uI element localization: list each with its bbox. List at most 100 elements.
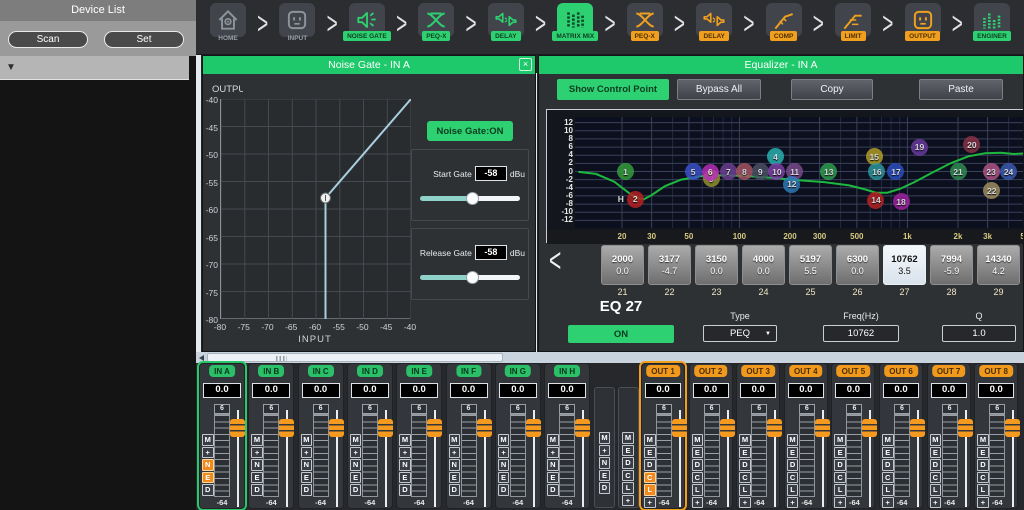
- strip-button-N[interactable]: N: [202, 459, 214, 471]
- q-input[interactable]: 1.0: [942, 325, 1016, 342]
- eq-control-point-21[interactable]: 21: [950, 163, 967, 180]
- strip-button-D[interactable]: D: [882, 459, 894, 471]
- strip-button-L[interactable]: L: [739, 484, 751, 496]
- fader-handle[interactable]: [427, 419, 442, 437]
- strip-button-+[interactable]: +: [547, 447, 559, 459]
- toolbar-item-delay-out[interactable]: DELAY: [688, 3, 740, 41]
- strip-button-D[interactable]: D: [930, 459, 942, 471]
- fader-handle[interactable]: [526, 419, 541, 437]
- device-dropdown[interactable]: ▼: [0, 56, 189, 80]
- master-button-+[interactable]: +: [599, 445, 611, 457]
- strip-button-+[interactable]: +: [251, 447, 263, 459]
- channel-tab[interactable]: IN G: [505, 365, 531, 377]
- channel-gain-value[interactable]: 0.0: [203, 383, 241, 398]
- strip-button-M[interactable]: M: [882, 434, 894, 446]
- band-cell-27[interactable]: 107623.5: [883, 245, 926, 285]
- strip-button-+[interactable]: +: [787, 497, 799, 509]
- strip-button-M[interactable]: M: [547, 434, 559, 446]
- eq-control-point-12[interactable]: 12: [783, 176, 800, 193]
- band-cell-22[interactable]: 3177-4.7: [648, 245, 691, 285]
- strip-button-N[interactable]: N: [449, 459, 461, 471]
- master-button-L[interactable]: L: [622, 482, 634, 494]
- strip-button-M[interactable]: M: [301, 434, 313, 446]
- strip-button-E[interactable]: E: [251, 472, 263, 484]
- strip-button-+[interactable]: +: [977, 497, 989, 509]
- strip-button-M[interactable]: M: [350, 434, 362, 446]
- vertical-scrollbar[interactable]: [196, 55, 201, 352]
- param-slider[interactable]: [420, 196, 520, 201]
- toolbar-item-input[interactable]: INPUT: [271, 3, 323, 43]
- strip-button-E[interactable]: E: [882, 447, 894, 459]
- channel-gain-value[interactable]: 0.0: [252, 383, 290, 398]
- channel-tab[interactable]: OUT 7: [932, 365, 966, 377]
- freq-input[interactable]: 10762: [823, 325, 899, 342]
- strip-button-C[interactable]: C: [834, 472, 846, 484]
- strip-button-C[interactable]: C: [739, 472, 751, 484]
- strip-button-D[interactable]: D: [498, 484, 510, 496]
- strip-button-C[interactable]: C: [930, 472, 942, 484]
- strip-button-E[interactable]: E: [739, 447, 751, 459]
- channel-tab[interactable]: OUT 1: [646, 365, 680, 377]
- channel-tab[interactable]: IN B: [258, 365, 284, 377]
- strip-button-C[interactable]: C: [977, 472, 989, 484]
- strip-button-L[interactable]: L: [644, 484, 656, 496]
- strip-button-D[interactable]: D: [977, 459, 989, 471]
- strip-button-+[interactable]: +: [882, 497, 894, 509]
- eq-control-point-9[interactable]: 9: [752, 163, 769, 180]
- strip-button-+[interactable]: +: [498, 447, 510, 459]
- eq-band-on-button[interactable]: ON: [568, 325, 674, 343]
- strip-button-D[interactable]: D: [399, 484, 411, 496]
- fader-handle[interactable]: [230, 419, 245, 437]
- horizontal-scrollbar[interactable]: [196, 352, 1024, 363]
- strip-button-+[interactable]: +: [399, 447, 411, 459]
- toolbar-item-output-out[interactable]: OUTPUT: [897, 3, 949, 41]
- slider-thumb[interactable]: [466, 192, 479, 205]
- strip-button-L[interactable]: L: [977, 484, 989, 496]
- channel-gain-value[interactable]: 0.0: [499, 383, 537, 398]
- strip-button-D[interactable]: D: [644, 459, 656, 471]
- strip-button-N[interactable]: N: [498, 459, 510, 471]
- strip-button-+[interactable]: +: [350, 447, 362, 459]
- strip-button-+[interactable]: +: [644, 497, 656, 509]
- band-cell-21[interactable]: 20000.0: [601, 245, 644, 285]
- channel-tab[interactable]: OUT 2: [694, 365, 728, 377]
- strip-button-E[interactable]: E: [977, 447, 989, 459]
- channel-gain-value[interactable]: 0.0: [740, 383, 776, 398]
- master-button-D[interactable]: D: [599, 482, 611, 494]
- channel-tab[interactable]: OUT 5: [837, 365, 871, 377]
- strip-button-E[interactable]: E: [930, 447, 942, 459]
- strip-button-D[interactable]: D: [834, 459, 846, 471]
- fader-handle[interactable]: [910, 419, 925, 437]
- strip-button-+[interactable]: +: [692, 497, 704, 509]
- fader-handle[interactable]: [672, 419, 687, 437]
- strip-button-D[interactable]: D: [350, 484, 362, 496]
- master-button-D[interactable]: D: [622, 457, 634, 469]
- copy-button[interactable]: Copy: [791, 79, 873, 100]
- channel-gain-value[interactable]: 0.0: [788, 383, 824, 398]
- bypass-all-button[interactable]: Bypass All: [677, 79, 761, 100]
- strip-button-L[interactable]: L: [930, 484, 942, 496]
- eq-control-point-1[interactable]: 1: [617, 163, 634, 180]
- channel-tab[interactable]: OUT 6: [884, 365, 918, 377]
- master-button-M[interactable]: M: [599, 432, 611, 444]
- strip-button-E[interactable]: E: [834, 447, 846, 459]
- strip-button-D[interactable]: D: [202, 484, 214, 496]
- channel-tab[interactable]: IN D: [357, 365, 383, 377]
- fader-handle[interactable]: [1005, 419, 1020, 437]
- strip-button-M[interactable]: M: [930, 434, 942, 446]
- strip-button-+[interactable]: +: [930, 497, 942, 509]
- channel-gain-value[interactable]: 0.0: [548, 383, 586, 398]
- toolbar-item-limit-out[interactable]: LIMIT: [827, 3, 879, 41]
- strip-button-C[interactable]: C: [882, 472, 894, 484]
- channel-gain-value[interactable]: 0.0: [400, 383, 438, 398]
- toolbar-item-delay[interactable]: DELAY: [480, 3, 532, 41]
- fader-handle[interactable]: [378, 419, 393, 437]
- strip-button-E[interactable]: E: [399, 472, 411, 484]
- eq-control-point-2[interactable]: 2H: [627, 191, 644, 208]
- paste-button[interactable]: Paste: [919, 79, 1003, 100]
- strip-button-+[interactable]: +: [834, 497, 846, 509]
- strip-button-N[interactable]: N: [399, 459, 411, 471]
- eq-control-point-6[interactable]: 6: [702, 164, 719, 181]
- eq-control-point-24[interactable]: 24: [1000, 163, 1017, 180]
- fader-handle[interactable]: [575, 419, 590, 437]
